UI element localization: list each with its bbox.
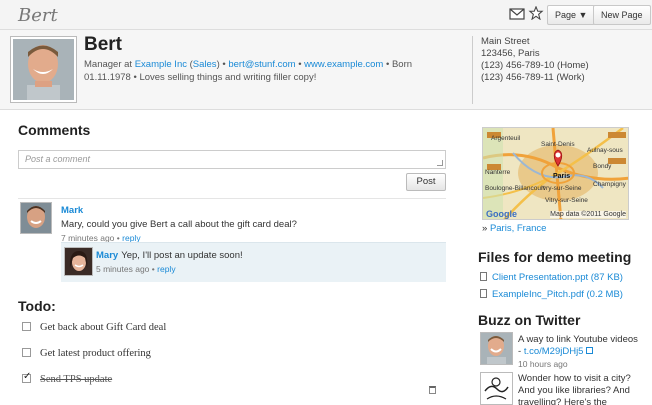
page-menu-button[interactable]: Page ▼ <box>547 5 596 25</box>
external-link-icon[interactable] <box>586 347 594 354</box>
file-item: Client Presentation.ppt (87 KB) <box>480 272 623 283</box>
new-page-button[interactable]: New Page <box>593 5 651 25</box>
todo-checkbox[interactable] <box>22 322 31 331</box>
map-graphic: Argenteuil Saint-Denis Aulnay-sous Bondy… <box>483 128 628 219</box>
email-link[interactable]: bert@stunf.com <box>228 59 295 70</box>
tweet-link[interactable]: t.co/M29jDHj5 <box>524 346 584 357</box>
google-logo: Google <box>486 209 517 219</box>
map-label: Aulnay-sous <box>587 147 624 154</box>
comment-author[interactable]: Mark <box>61 205 297 216</box>
born-label: • Born <box>386 59 413 70</box>
file-item: ExampleInc_Pitch.pdf (0.2 MB) <box>480 289 623 300</box>
tagline: • Loves selling things and writing fille… <box>133 72 317 83</box>
profile-avatar <box>10 36 77 103</box>
reply-time: 5 minutes ago <box>96 264 150 274</box>
tweet-time: 10 hours ago <box>518 359 568 369</box>
address-city: 123456, Paris <box>481 48 540 59</box>
comment-text: Mary, could you give Bert a call about t… <box>61 219 297 230</box>
envelope-icon[interactable] <box>509 7 525 21</box>
todo-item: Send TPS update <box>22 371 113 388</box>
files-heading: Files for demo meeting <box>478 249 632 265</box>
profile-bio: Manager at Example Inc (Sales) • bert@st… <box>84 58 464 84</box>
map-location: » Paris, France <box>482 223 546 234</box>
post-button[interactable]: Post <box>406 173 446 191</box>
todo-checkbox[interactable] <box>22 371 31 383</box>
location-map[interactable]: Argenteuil Saint-Denis Aulnay-sous Bondy… <box>482 127 629 220</box>
brand-title: Bert <box>18 5 58 26</box>
born-date: 01.11.1978 <box>84 72 131 83</box>
file-icon <box>480 289 487 298</box>
reply-author[interactable]: Mary <box>96 250 118 261</box>
map-credit: Map data ©2011 Google <box>550 211 626 218</box>
tweet-text: Wonder how to visit a city? And you like… <box>518 373 631 405</box>
reply-link[interactable]: reply <box>157 264 175 274</box>
trash-icon[interactable] <box>429 386 436 394</box>
file-link[interactable]: Client Presentation.ppt (87 KB) <box>492 272 623 283</box>
todo-heading: Todo: <box>18 298 56 314</box>
map-label: Nanterre <box>485 169 511 176</box>
phone-work: (123) 456-789-11 (Work) <box>481 72 585 83</box>
profile-header: Bert Manager at Example Inc (Sales) • be… <box>0 30 652 110</box>
map-label: Ivry-sur-Seine <box>541 185 582 192</box>
department-link[interactable]: Sales <box>193 59 217 70</box>
file-link[interactable]: ExampleInc_Pitch.pdf (0.2 MB) <box>492 289 623 300</box>
top-bar: Bert Page ▼ New Page <box>0 0 652 30</box>
map-label: Argenteuil <box>491 135 521 142</box>
website-link[interactable]: www.example.com <box>304 59 383 70</box>
todo-text: Send TPS update <box>40 374 113 385</box>
role-prefix: Manager at <box>84 59 133 70</box>
map-label: Boulogne-Billancourt <box>485 185 545 192</box>
comment-item: Mark Mary, could you give Bert a call ab… <box>18 198 446 243</box>
tweet-avatar <box>480 372 513 405</box>
separator: • <box>298 59 302 70</box>
company-link[interactable]: Example Inc <box>135 59 187 70</box>
dept-close: ) <box>216 59 220 70</box>
star-icon[interactable] <box>528 6 544 20</box>
resize-grip-icon[interactable] <box>437 160 443 166</box>
comments-heading: Comments <box>18 122 91 138</box>
comment-input[interactable]: Post a comment <box>18 150 446 169</box>
meta-dot: • <box>151 264 155 274</box>
todo-item: Get back about Gift Card deal <box>22 322 166 336</box>
phone-home: (123) 456-789-10 (Home) <box>481 60 589 71</box>
map-label: Vitry-sur-Seine <box>545 197 588 204</box>
tweet-item: A way to link Youtube videos - t.co/M29j… <box>518 334 638 370</box>
reply-avatar <box>64 247 93 276</box>
buzz-heading: Buzz on Twitter <box>478 312 581 328</box>
profile-name: Bert <box>84 34 123 55</box>
map-label: Champigny <box>593 181 627 188</box>
todo-checkbox[interactable] <box>22 348 31 357</box>
map-label: Bondy <box>593 163 612 170</box>
map-label: Saint-Denis <box>541 141 575 148</box>
reply-item: Mary Yep, I'll post an update soon! 5 mi… <box>61 242 446 282</box>
comment-placeholder: Post a comment <box>25 154 91 164</box>
map-label: Paris <box>553 173 570 180</box>
address-street: Main Street <box>481 36 530 47</box>
separator: • <box>222 59 226 70</box>
tweet-avatar <box>480 332 513 365</box>
todo-text: Get back about Gift Card deal <box>40 322 167 333</box>
todo-text: Get latest product offering <box>40 348 151 359</box>
file-icon <box>480 272 487 281</box>
location-link[interactable]: Paris, France <box>490 223 547 234</box>
contact-address: Main Street 123456, Paris (123) 456-789-… <box>472 36 589 104</box>
tweet-item: Wonder how to visit a city? And you like… <box>518 373 638 405</box>
reply-text: Yep, I'll post an update soon! <box>121 250 243 261</box>
chevron-icon: » <box>482 223 488 234</box>
todo-item: Get latest product offering <box>22 348 151 362</box>
commenter-avatar <box>20 202 52 234</box>
